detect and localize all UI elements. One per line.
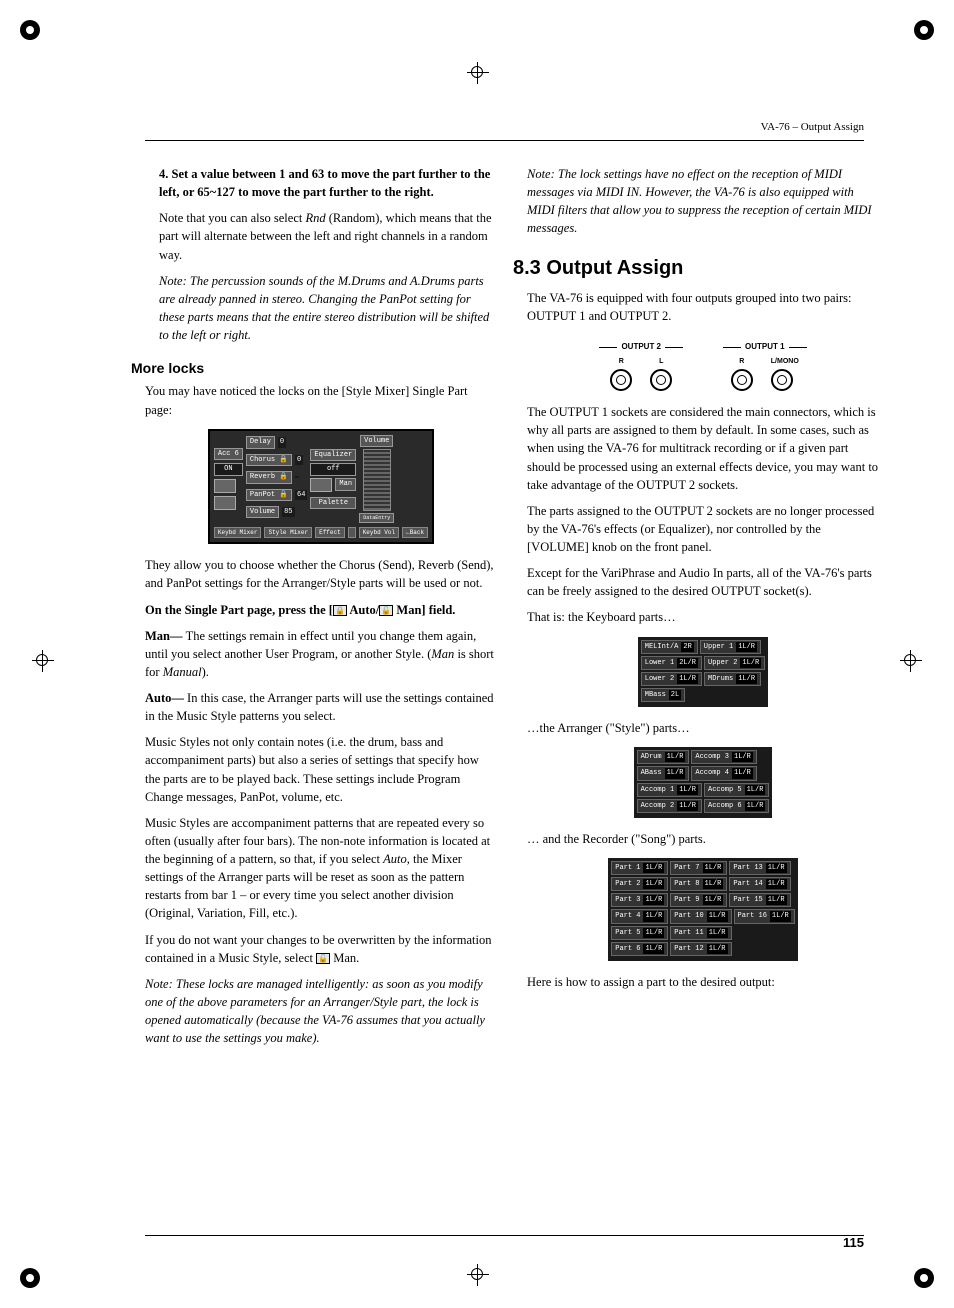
man-paragraph: Man— The settings remain in effect until…: [145, 627, 497, 681]
song-parts-label: … and the Recorder ("Song") parts.: [527, 830, 879, 848]
part-cell: Part 51L/R: [611, 926, 668, 940]
style-mixer-screenshot: Acc 6 ON Delay0 Chorus 🔒0 Reverb 🔒 PanPo…: [145, 429, 497, 545]
right-column: Note: The lock settings have no effect o…: [527, 165, 879, 1055]
part-cell: ADrum1L/R: [637, 750, 690, 764]
keyboard-parts-panel: MELInt/A2RUpper 11L/R Lower 12L/RUpper 21…: [527, 637, 879, 708]
music-styles-p3: If you do not want your changes to be ov…: [145, 931, 497, 967]
crop-cross-icon: [465, 60, 491, 86]
note-icon: [214, 496, 236, 510]
part-cell: Upper 11L/R: [700, 640, 761, 654]
registration-mark-icon: [18, 1266, 42, 1290]
note-locks-managed: Note: These locks are managed intelligen…: [145, 975, 497, 1048]
left-column: 4. Set a value between 1 and 63 to move …: [145, 165, 497, 1055]
note-midi-lock: Note: The lock settings have no effect o…: [527, 165, 879, 238]
locks-explain: They allow you to choose whether the Cho…: [145, 556, 497, 592]
running-header: VA-76 – Output Assign: [761, 120, 864, 136]
output-assign-heading: 8.3 Output Assign: [513, 254, 879, 283]
part-cell: MELInt/A2R: [641, 640, 698, 654]
part-cell: Upper 21L/R: [704, 656, 765, 670]
part-cell: Part 21L/R: [611, 877, 668, 891]
press-auto-man: On the Single Part page, press the [🔒 Au…: [145, 601, 497, 619]
part-cell: Accomp 31L/R: [691, 750, 756, 764]
part-cell: Part 41L/R: [611, 909, 668, 923]
part-cell: Part 121L/R: [670, 942, 731, 956]
lock-auto-icon: 🔒: [333, 605, 347, 616]
page-number: 115: [843, 1234, 864, 1253]
part-cell: Part 71L/R: [670, 861, 727, 875]
part-cell: Lower 21L/R: [641, 672, 702, 686]
part-cell: Part 11L/R: [611, 861, 668, 875]
registration-mark-icon: [912, 18, 936, 42]
output-jacks-figure: OUTPUT 2 R L OUTPUT 1 R L/MONO: [527, 335, 879, 391]
rnd-paragraph: Note that you can also select Rnd (Rando…: [159, 209, 497, 263]
crop-cross-icon: [898, 648, 924, 674]
song-parts-panel: Part 11L/RPart 71L/RPart 131L/R Part 21L/…: [527, 858, 879, 961]
crop-cross-icon: [30, 648, 56, 674]
part-cell: Part 91L/R: [670, 893, 727, 907]
part-cell: Accomp 21L/R: [637, 799, 702, 813]
output-assign-intro: The VA-76 is equipped with four outputs …: [527, 289, 879, 325]
auto-paragraph: Auto— In this case, the Arranger parts w…: [145, 689, 497, 725]
jack-icon: [650, 369, 672, 391]
part-cell: Part 131L/R: [729, 861, 790, 875]
arranger-parts-label: …the Arranger ("Style") parts…: [527, 719, 879, 737]
part-cell: Part 161L/R: [734, 909, 795, 923]
part-cell: ABass1L/R: [637, 766, 690, 780]
output2-paragraph: The parts assigned to the OUTPUT 2 socke…: [527, 502, 879, 556]
part-cell: Part 111L/R: [670, 926, 731, 940]
music-styles-p1: Music Styles not only contain notes (i.e…: [145, 733, 497, 806]
jack-icon: [771, 369, 793, 391]
part-cell: MBass2L: [641, 688, 685, 702]
more-locks-heading: More locks: [131, 358, 497, 378]
part-cell: Lower 12L/R: [641, 656, 702, 670]
registration-mark-icon: [18, 18, 42, 42]
jack-icon: [731, 369, 753, 391]
part-cell: Accomp 51L/R: [704, 783, 769, 797]
part-cell: Part 31L/R: [611, 893, 668, 907]
more-locks-intro: You may have noticed the locks on the [S…: [145, 382, 497, 418]
part-cell: Part 151L/R: [729, 893, 790, 907]
lock-man-icon: 🔓: [379, 605, 393, 616]
except-paragraph: Except for the VariPhrase and Audio In p…: [527, 564, 879, 600]
step-4: 4. Set a value between 1 and 63 to move …: [159, 167, 490, 199]
part-cell: Part 61L/R: [611, 942, 668, 956]
music-styles-p2: Music Styles are accompaniment patterns …: [145, 814, 497, 923]
keyboard-parts-label: That is: the Keyboard parts…: [527, 608, 879, 626]
arranger-parts-panel: ADrum1L/RAccomp 31L/RABass1L/RAccomp 41L…: [527, 747, 879, 818]
part-cell: Part 81L/R: [670, 877, 727, 891]
part-cell: Part 101L/R: [670, 909, 731, 923]
part-cell: MDrums1L/R: [704, 672, 761, 686]
jack-icon: [610, 369, 632, 391]
header-rule: [145, 140, 864, 141]
crop-cross-icon: [465, 1262, 491, 1288]
note-panpot: Note: The percussion sounds of the M.Dru…: [159, 272, 497, 345]
part-cell: Accomp 11L/R: [637, 783, 702, 797]
lock-icon: [310, 478, 332, 492]
lock-open-icon: 🔓: [316, 953, 330, 964]
registration-mark-icon: [912, 1266, 936, 1290]
part-cell: Accomp 41L/R: [691, 766, 756, 780]
footer-rule: [145, 1235, 864, 1236]
up-icon: [214, 479, 236, 493]
part-cell: Part 141L/R: [729, 877, 790, 891]
part-cell: Accomp 61L/R: [704, 799, 769, 813]
assign-howto: Here is how to assign a part to the desi…: [527, 973, 879, 991]
output1-paragraph: The OUTPUT 1 sockets are considered the …: [527, 403, 879, 494]
